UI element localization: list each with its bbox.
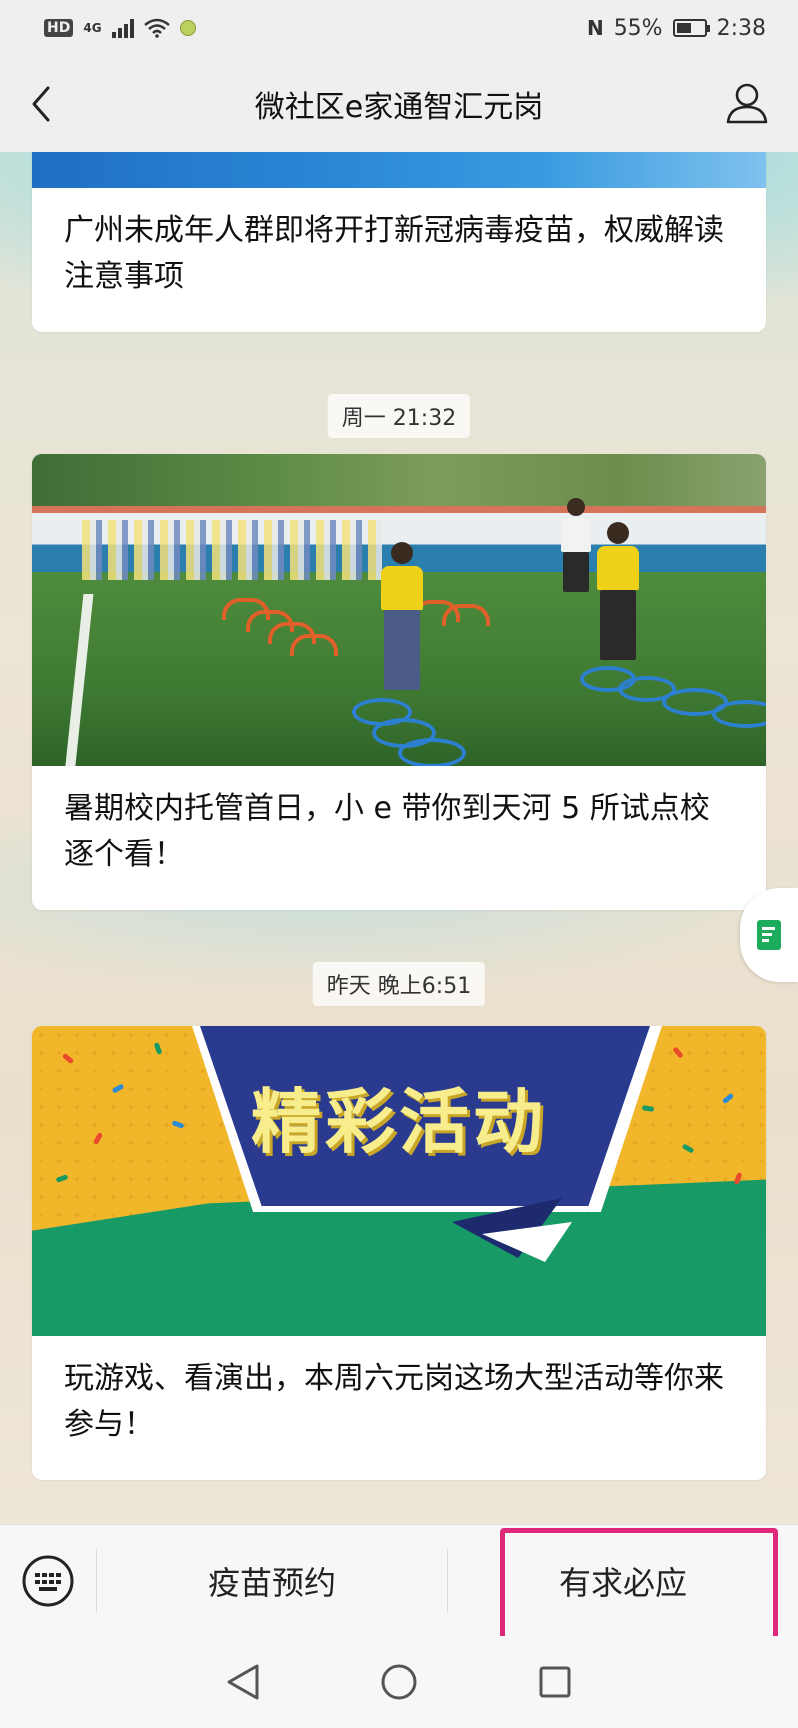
article-card[interactable]: 暑期校内托管首日，小 e 带你到天河 5 所试点校逐个看！	[32, 454, 766, 910]
nfc-icon: N	[586, 16, 604, 40]
bottom-menu-bar: 疫苗预约 有求必应	[0, 1524, 798, 1637]
article-title: 玩游戏、看演出，本周六元岗这场大型活动等你来参与！	[64, 1361, 724, 1442]
chevron-left-icon[interactable]	[22, 82, 62, 126]
keyboard-toggle-button[interactable]	[0, 1525, 96, 1637]
app-header: 微社区e家通智汇元岗	[0, 56, 798, 152]
status-bar: HD 4G N 55% 2:38	[0, 0, 798, 56]
notification-icon	[179, 20, 196, 36]
article-card[interactable]: 广州未成年人群即将开打新冠病毒疫苗，权威解读注意事项	[32, 152, 766, 332]
hd-indicator: HD	[44, 19, 74, 37]
timestamp: 周一 21:32	[327, 394, 471, 438]
article-card[interactable]: 精彩活动 玩游戏、看演出，本周六元岗这场大型活动等你来参与！	[32, 1026, 766, 1480]
document-icon	[757, 920, 781, 950]
floating-document-button[interactable]	[740, 888, 798, 982]
event-banner-title: 精彩活动	[251, 1081, 547, 1163]
article-title: 广州未成年人群即将开打新冠病毒疫苗，权威解读注意事项	[64, 213, 724, 294]
keyboard-icon	[22, 1555, 74, 1607]
article-cover-image	[32, 152, 766, 188]
battery-icon	[672, 19, 710, 37]
clock: 2:38	[716, 15, 766, 41]
system-nav-bar	[0, 1636, 798, 1728]
article-title: 暑期校内托管首日，小 e 带你到天河 5 所试点校逐个看！	[64, 791, 710, 872]
signal-icon	[111, 18, 134, 38]
recents-square-icon[interactable]	[537, 1664, 573, 1700]
wifi-icon	[143, 18, 170, 38]
home-circle-icon[interactable]	[379, 1662, 419, 1702]
battery-percent: 55%	[613, 15, 663, 41]
back-triangle-icon[interactable]	[225, 1662, 261, 1702]
article-cover-image: 精彩活动	[32, 1026, 766, 1336]
menu-item-vaccine-booking[interactable]: 疫苗预约	[97, 1525, 447, 1637]
feed[interactable]: 广州未成年人群即将开打新冠病毒疫苗，权威解读注意事项 周一 21:32 暑期校内…	[0, 152, 798, 1524]
article-cover-image	[32, 454, 766, 766]
menu-item-help-request[interactable]: 有求必应	[448, 1525, 798, 1637]
timestamp: 昨天 晚上6:51	[312, 962, 486, 1006]
network-type: 4G	[83, 21, 102, 35]
user-icon[interactable]	[724, 80, 770, 126]
page-title: 微社区e家通智汇元岗	[254, 90, 544, 125]
